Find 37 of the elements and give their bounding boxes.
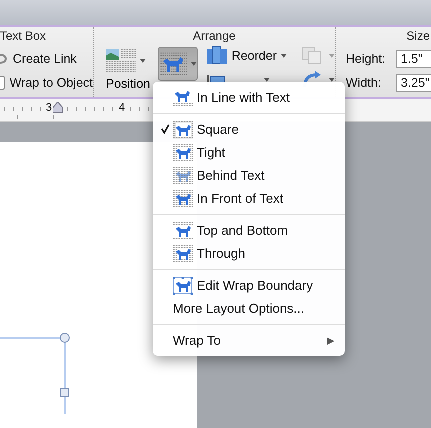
text-wrap-icon: [173, 190, 193, 208]
menu-item[interactable]: Wrap To ▶: [153, 329, 345, 352]
height-label: Height:: [346, 52, 387, 66]
text-wrap-icon: [173, 120, 193, 138]
menu-item[interactable]: Behind Text: [153, 164, 345, 187]
ruler-number: 4: [119, 102, 126, 114]
menu-item[interactable]: Tight: [153, 141, 345, 164]
indent-marker[interactable]: [53, 102, 63, 113]
wrap-text-button[interactable]: [158, 47, 198, 81]
menu-item[interactable]: In Line with Text: [153, 86, 345, 109]
text-wrap-icon: [173, 88, 193, 106]
height-field[interactable]: 1.5": [396, 50, 431, 68]
checkbox-label: Wrap to Object: [10, 76, 93, 90]
group-title: Arrange: [192, 28, 237, 43]
create-link-button[interactable]: Create Link: [13, 52, 77, 66]
menu-item[interactable]: Square: [153, 118, 345, 141]
text-wrap-icon: [173, 244, 193, 262]
group-title: Size: [406, 28, 431, 43]
width-label: Width:: [346, 76, 382, 90]
text-wrap-icon: [173, 144, 193, 162]
submenu-arrow: ▶: [327, 334, 335, 346]
menu-item[interactable]: More Layout Options...: [153, 297, 345, 320]
text-wrap-icon: [173, 276, 193, 294]
pages-icon: [206, 46, 228, 66]
position-button[interactable]: Position: [106, 49, 150, 91]
width-field[interactable]: 3.25": [396, 74, 431, 92]
menu-item[interactable]: Edit Wrap Boundary: [153, 274, 345, 297]
text-wrap-icon: [173, 222, 193, 240]
ruler-number: 3: [46, 102, 52, 114]
menu-item[interactable]: Through: [153, 242, 345, 265]
text-wrap-icon: [173, 166, 193, 184]
reorder-button[interactable]: Reorder: [206, 46, 287, 66]
group-title: Text Box: [0, 28, 48, 43]
menu-item[interactable]: Top and Bottom: [153, 219, 345, 242]
picture-position-icon: [106, 49, 136, 73]
menu-item[interactable]: In Front of Text: [153, 187, 345, 210]
link-icon: [0, 53, 8, 65]
